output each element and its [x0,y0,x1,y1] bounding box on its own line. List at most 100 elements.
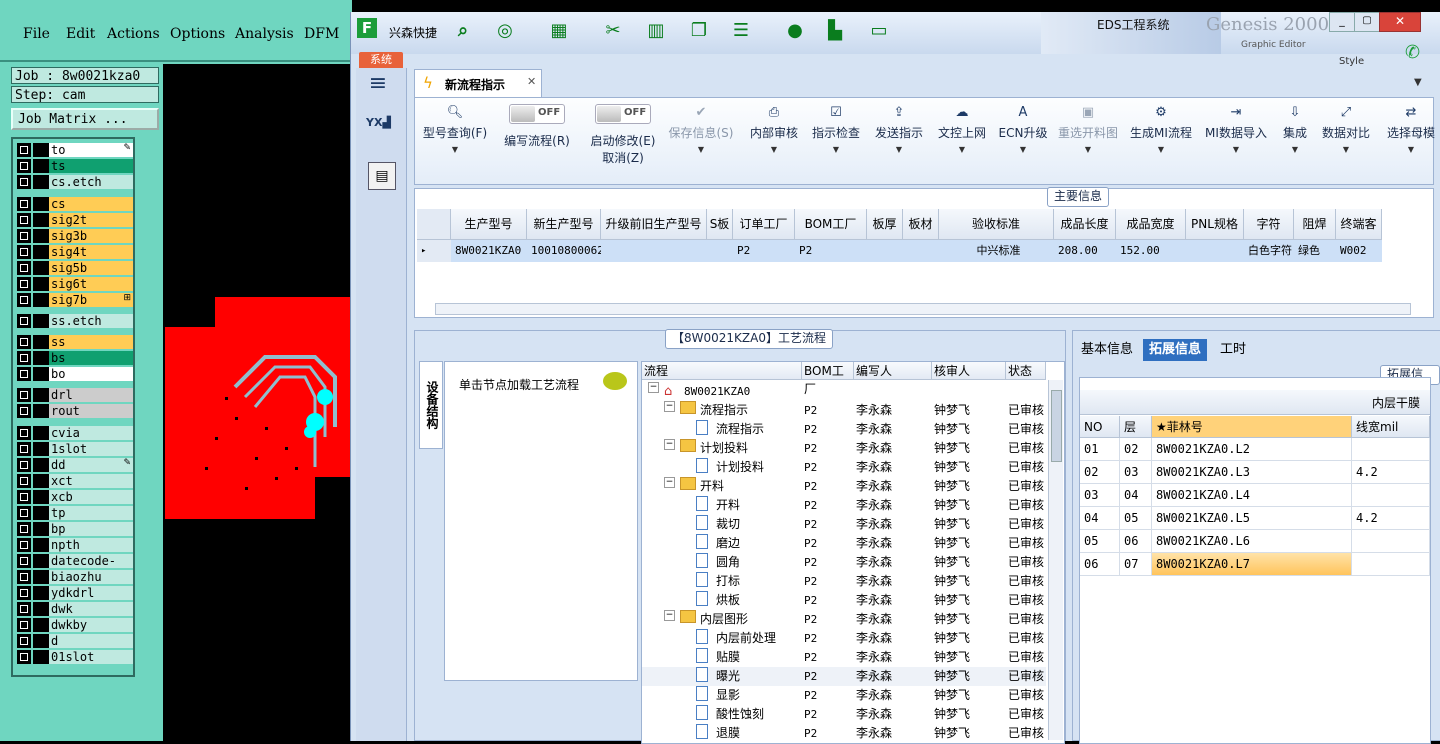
grid-icon[interactable]: ▦ [547,20,571,42]
job-matrix-button[interactable]: Job Matrix ... [11,108,159,130]
ext-cell-1[interactable]: 05 [1120,507,1152,530]
main-col-9[interactable]: 成品长度 [1054,209,1116,240]
layer-name[interactable]: sig7b [49,293,133,307]
layer-row[interactable]: rout [17,404,133,418]
layer-row[interactable]: tp [17,506,133,520]
layer-name[interactable]: biaozhu [49,570,133,584]
layer-row[interactable]: cvia [17,426,133,440]
layer-checkbox[interactable] [17,618,31,632]
col-process[interactable]: 流程 [642,362,802,380]
col-layer[interactable]: 层 [1120,416,1152,438]
layer-name[interactable]: dwk [49,602,133,616]
toggle-switch[interactable]: OFF [595,104,651,124]
main-grid-hscrollbar[interactable] [435,303,1411,315]
main-cell-4[interactable]: P2 [733,240,795,262]
layer-row[interactable]: sig3b [17,229,133,243]
tree-row[interactable]: − 流程指示 P2 李永森 钟梦飞 已审核 [642,401,1046,420]
menu-dfm[interactable]: DFM [304,26,339,42]
layer-checkbox[interactable] [17,335,31,349]
ext-cell-3[interactable]: 4.2 [1352,461,1430,484]
main-col-12[interactable]: 字符 [1244,209,1294,240]
col-bom-factory[interactable]: BOM工厂 [802,362,854,396]
layer-checkbox[interactable] [17,442,31,456]
layer-name[interactable]: rout [49,404,133,418]
ext-cell-0[interactable]: 04 [1080,507,1120,530]
layer-row[interactable]: d [17,634,133,648]
ext-cell-0[interactable]: 05 [1080,530,1120,553]
ext-cell-0[interactable]: 06 [1080,553,1120,576]
layer-row[interactable]: dwk [17,602,133,616]
ext-cell-1[interactable]: 06 [1120,530,1152,553]
main-cell-1[interactable]: 10010800062679 [527,240,601,262]
layer-row[interactable]: sig7b ⊞ [17,293,133,307]
main-col-0[interactable]: 生产型号 [451,209,527,240]
tab-new-process[interactable]: ϟ 新流程指示 ✕ [414,69,542,97]
layer-row[interactable]: xct [17,474,133,488]
layer-checkbox[interactable] [17,634,31,648]
ribbon-button-11[interactable]: ⇥ MI数据导入 ▼ [1203,104,1269,176]
col-no[interactable]: NO [1080,416,1120,438]
layer-name[interactable]: sig3b [49,229,133,243]
ribbon-button-14[interactable]: ⇄ 选择母模 ▼ [1381,104,1440,176]
layer-name[interactable]: ss [49,335,133,349]
layer-row[interactable]: npth [17,538,133,552]
film-icon[interactable]: ▥ [644,20,668,42]
ext-cell-0[interactable]: 03 [1080,484,1120,507]
ext-cell-3[interactable] [1352,553,1430,576]
tab-extended-info[interactable]: 拓展信息 [1143,339,1207,361]
layer-checkbox[interactable] [17,554,31,568]
ribbon-button-10[interactable]: ⚙ 生成MI流程 ▼ [1127,104,1195,176]
layer-checkbox[interactable] [17,602,31,616]
ext-cell-3[interactable] [1352,530,1430,553]
layer-name[interactable]: sig6t [49,277,133,291]
tree-row[interactable]: 烘板 P2 李永森 钟梦飞 已审核 [642,591,1046,610]
ext-cell-3[interactable] [1352,484,1430,507]
system-button[interactable]: 系统 [359,52,403,68]
layer-name[interactable]: ydkdrl [49,586,133,600]
ext-cell-0[interactable]: 02 [1080,461,1120,484]
layer-checkbox[interactable] [17,586,31,600]
ext-cell-2[interactable]: 8W0021KZA0.L4 [1152,484,1352,507]
equipment-structure-tab[interactable]: 设备结构 [419,361,443,449]
layer-row[interactable]: cs [17,197,133,211]
tree-row[interactable]: 流程指示 P2 李永森 钟梦飞 已审核 [642,420,1046,439]
layer-checkbox[interactable] [17,474,31,488]
layer-name[interactable]: xcb [49,490,133,504]
layer-name[interactable]: cs.etch [49,175,133,189]
layer-row[interactable]: datecode-pte [17,554,133,582]
main-cell-0[interactable]: 8W0021KZA0 [451,240,527,262]
main-cell-10[interactable]: 152.00 [1116,240,1186,262]
layer-row[interactable]: bs [17,351,133,365]
ribbon-button-7[interactable]: ☁ 文控上网 ▼ [933,104,991,176]
layer-checkbox[interactable] [17,426,31,440]
layer-name[interactable]: ss.etch [49,314,133,328]
tree-row[interactable]: 退膜 P2 李永森 钟梦飞 已审核 [642,724,1046,743]
layer-row[interactable]: ss [17,335,133,349]
maximize-button[interactable]: ▢ [1354,12,1380,32]
col-writer[interactable]: 编写人 [854,362,932,380]
main-cell-5[interactable]: P2 [795,240,867,262]
tree-row[interactable]: 圆角 P2 李永森 钟梦飞 已审核 [642,553,1046,572]
layer-name[interactable]: sig4t [49,245,133,259]
copy-icon[interactable]: ❐ [687,20,711,42]
tree-row[interactable]: 贴膜 P2 李永森 钟梦飞 已审核 [642,648,1046,667]
tab-man-hours[interactable]: 工时 [1213,339,1253,361]
menu-analysis[interactable]: Analysis [235,26,294,42]
layer-checkbox[interactable] [17,213,31,227]
layer-checkbox[interactable] [17,175,31,189]
ext-cell-2[interactable]: 8W0021KZA0.L3 [1152,461,1352,484]
toggle-switch[interactable]: OFF [509,104,565,124]
ext-cell-3[interactable] [1352,438,1430,461]
layer-name[interactable]: d [49,634,133,648]
layer-checkbox[interactable] [17,351,31,365]
layer-checkbox[interactable] [17,314,31,328]
layer-name[interactable]: dd [49,458,133,472]
layer-name[interactable]: bs [49,351,133,365]
layer-checkbox[interactable] [17,293,31,307]
tree-row[interactable]: 打标 P2 李永森 钟梦飞 已审核 [642,572,1046,591]
layer-checkbox[interactable] [17,570,31,584]
layer-checkbox[interactable] [17,261,31,275]
main-cell-12[interactable]: 白色字符 [1244,240,1294,262]
ext-cell-1[interactable]: 02 [1120,438,1152,461]
layer-row[interactable]: sig6t [17,277,133,291]
